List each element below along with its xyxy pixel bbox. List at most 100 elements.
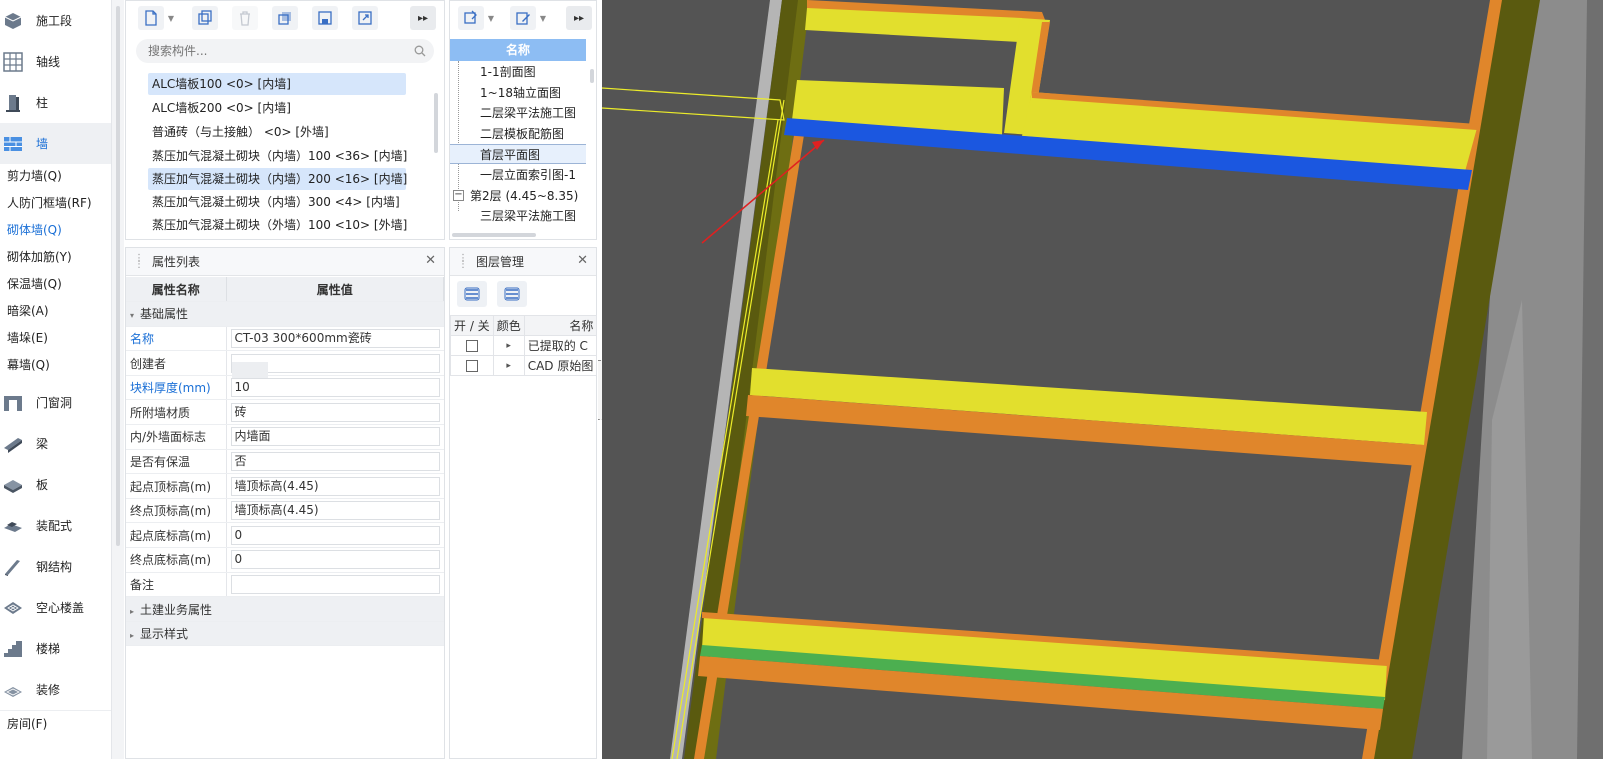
prop-value[interactable]: 0 [230,525,440,545]
expand-icon[interactable]: ▸ [492,355,525,376]
drawing-item[interactable]: 二层梁平法施工图 [450,103,586,123]
layer-toggle-checkbox[interactable] [465,360,478,372]
component-search-input[interactable] [136,39,434,63]
table-row: ▸ 已提取的 C [450,335,598,356]
drawing-item-selected[interactable]: 首层平面图 [450,144,586,164]
table-row: 是否有保温否 [126,449,444,475]
nav-sub-wall-pier[interactable]: 墙垛(E) [0,325,111,352]
component-list-scrollbar[interactable] [434,93,438,153]
layer-show-button[interactable] [457,281,487,307]
layer-name[interactable]: 已提取的 C [523,335,598,356]
prop-value[interactable]: 墙顶标高(4.45) [230,501,440,521]
nav-cat-steel[interactable]: 钢结构 [0,546,111,587]
nav-cat-construction-section[interactable]: 施工段 [0,0,111,41]
nav-sub-shear-wall[interactable]: 剪力墙(Q) [0,163,111,190]
prop-value-cell[interactable]: 否 [225,449,444,475]
component-item[interactable]: 蒸压加气混凝土砌块（内墙）200 <16> [内墙] [148,168,407,190]
group-display-style[interactable]: ▸ 显示样式 [126,621,444,647]
drawing-item[interactable]: 三层梁平法施工图 [450,206,586,226]
prop-value[interactable]: 砖 [230,402,440,422]
search-icon[interactable] [414,45,426,57]
group-civil-properties[interactable]: ▸ 土建业务属性 [126,596,444,622]
prop-value-cell[interactable]: 墙顶标高(4.45) [225,473,444,499]
drag-handle-icon[interactable]: ⋮ ⋮ [134,254,144,270]
prop-value-cell[interactable]: 墙顶标高(4.45) [225,498,444,524]
drawing-item[interactable]: 一层立面索引图-1 [450,165,586,185]
3d-viewport[interactable] [602,0,1603,759]
layer-copy-button[interactable] [272,6,298,30]
nav-cat-label: 梁 [36,437,49,451]
drawing-item[interactable]: 1-1剖面图 [450,62,586,82]
export-template-button[interactable] [352,6,378,30]
drag-handle-icon[interactable]: ⋮ ⋮ [458,254,468,270]
nav-cat-beam[interactable]: 梁 [0,423,111,464]
prop-value-cell[interactable]: 0 [225,522,444,549]
nav-cat-axis[interactable]: 轴线 [0,41,111,82]
delete-component-button[interactable] [232,6,258,30]
nav-sub-masonry-wall[interactable]: 砌体墙(Q) [0,217,111,244]
decoration-icon [2,679,24,701]
prop-value-cell[interactable] [225,572,444,598]
nav-cat-column[interactable]: 柱 [0,82,111,123]
nav-cat-wall[interactable]: 墙 [0,123,111,164]
floor-node[interactable]: 第2层 (4.45~8.35) [450,186,578,206]
component-item[interactable]: ALC墙板200 <0> [内墙] [148,97,295,119]
drawing-name-header[interactable]: 名称 [450,39,586,61]
nav-sub-civil-defense-wall[interactable]: 人防门框墙(RF) [0,190,111,217]
prop-value[interactable]: 内墙面 [230,427,440,447]
drawing-list-scrollbar[interactable] [590,69,594,83]
prop-value[interactable]: 否 [230,451,440,471]
component-item[interactable]: ALC墙板100 <0> [内墙] [148,73,406,95]
close-icon[interactable]: ✕ [577,253,588,268]
group-basic-properties[interactable]: ▾ 基础属性 [126,301,444,327]
prop-name: 块料厚度(mm) [126,375,226,401]
nav-scrollbar[interactable] [112,0,124,759]
copy-component-button[interactable] [192,6,218,30]
nav-sub-insulation-wall[interactable]: 保温墙(Q) [0,271,111,298]
expand-icon[interactable]: ▸ [492,335,525,356]
nav-cat-decoration[interactable]: 装修 [0,669,111,710]
nav-sub-curtain-wall[interactable]: 幕墙(Q) [0,352,111,379]
drawing-list-hscrollbar[interactable] [452,233,536,237]
nav-sub-hidden-beam[interactable]: 暗梁(A) [0,298,111,325]
drawing-item[interactable]: 1~18轴立面图 [450,83,586,103]
nav-cat-prefab[interactable]: 装配式 [0,505,111,546]
new-component-button[interactable] [138,6,164,30]
prop-value-cell[interactable]: 砖 [225,399,444,426]
prop-value-cell[interactable]: CT-03 300*600mm瓷砖 [225,326,444,352]
nav-cat-hollow-floor[interactable]: 空心楼盖 [0,587,111,628]
chevron-down-icon[interactable]: ▼ [166,6,176,30]
component-item[interactable]: 普通砖（与土接触） <0> [外墙] [148,121,333,143]
layer-filter-button[interactable] [497,281,527,307]
nav-cat-door-window[interactable]: 门窗洞 [0,382,111,423]
save-template-button[interactable] [312,6,338,30]
nav-scroll-thumb[interactable] [116,6,120,546]
component-item[interactable]: 蒸压加气混凝土砌块（外墙）100 <10> [外墙] [148,214,411,236]
prop-value-cell[interactable]: 10 [225,375,444,401]
layer-toggle-checkbox[interactable] [465,340,478,352]
prop-value[interactable]: CT-03 300*600mm瓷砖 [230,328,440,348]
construction-section-icon [2,10,24,32]
prop-value[interactable]: 10 [230,378,440,398]
nav-cat-slab[interactable]: 板 [0,464,111,505]
close-icon[interactable]: ✕ [425,253,436,268]
more-tools-button[interactable]: ▸▸ [410,6,436,30]
chevron-down-icon[interactable]: ▼ [538,6,548,30]
prop-value-cell[interactable]: 内墙面 [225,424,444,450]
nav-sub-room[interactable]: 房间(F) [0,710,111,737]
more-drawing-tools-button[interactable]: ▸▸ [566,6,592,30]
prop-value[interactable]: 0 [230,550,440,570]
nav-sub-masonry-rebar[interactable]: 砌体加筋(Y) [0,244,111,271]
component-item[interactable]: 蒸压加气混凝土砌块（内墙）300 <4> [内墙] [148,191,404,213]
prop-value[interactable]: 墙顶标高(4.45) [230,476,440,496]
nav-cat-stairs[interactable]: 楼梯 [0,628,111,669]
drawing-edit-button[interactable] [510,6,536,30]
component-item[interactable]: 蒸压加气混凝土砌块（内墙）100 <36> [内墙] [148,145,411,167]
drawing-sync-button[interactable] [458,6,484,30]
prop-value[interactable] [230,574,440,594]
drawing-item[interactable]: 二层模板配筋图 [450,124,586,144]
chevron-down-icon[interactable]: ▼ [486,6,496,30]
prop-value-cell[interactable]: 0 [225,547,444,573]
layer-name[interactable]: CAD 原始图 [523,355,598,376]
3d-model-canvas[interactable] [602,0,1603,759]
